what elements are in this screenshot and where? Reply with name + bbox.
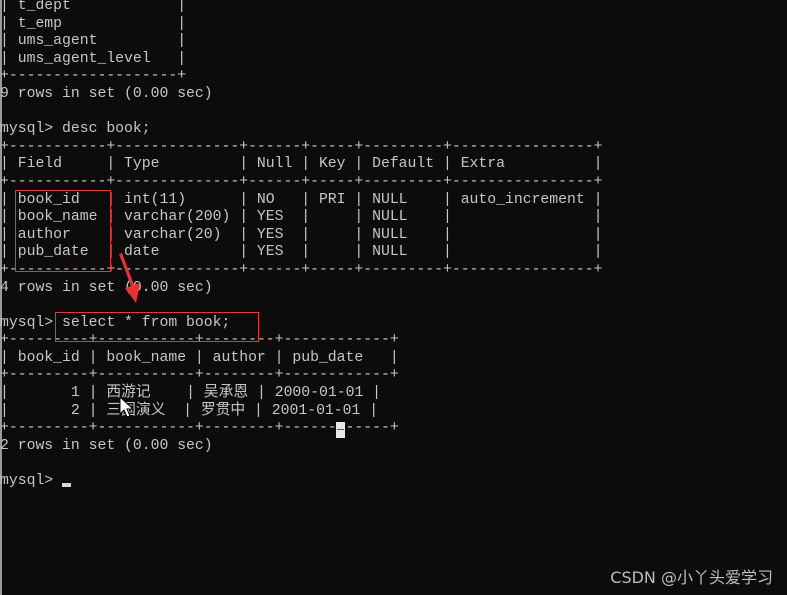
prompt-line[interactable]: mysql> [0,473,602,491]
select-table-border: +---------+-----------+--------+--------… [0,420,399,437]
prev-table-row: | ums_agent_level | [0,50,187,67]
select-command-highlight [55,312,259,342]
desc-table-header: | Field | Type | Null | Key | Default | … [0,156,603,173]
result-footer: 9 rows in set (0.00 sec) [0,85,213,102]
field-column-highlight [15,190,111,272]
prev-table-border: +-------------------+ [0,68,187,85]
mouse-pointer-icon [119,396,135,418]
desc-table-border: +-----------+--------------+------+-----… [0,138,603,155]
select-table-row: | 2 | 三国演义 | 罗贯中 | 2001-01-01 | [0,402,379,419]
command-line: mysql> desc book; [0,121,151,138]
select-table-header: | book_id | book_name | author | pub_dat… [0,349,399,366]
select-table-row: | 1 | 西游记 | 吴承恩 | 2000-01-01 | [0,385,382,402]
result-footer: 2 rows in set (0.00 sec) [0,437,213,454]
text-selection-cursor [336,422,345,438]
prev-table-row: | ums_agent | [0,33,187,50]
red-arrow-annotation [119,253,140,303]
result-footer: 4 rows in set (0.00 sec) [0,279,213,296]
prev-table-row: | t_emp | [0,15,187,32]
select-table-border: +---------+-----------+--------+--------… [0,367,399,384]
watermark: CSDN @小丫头爱学习 [610,568,773,587]
prev-table-row: | t_dept | [0,0,187,14]
caret-cursor [62,483,72,488]
desc-table-border: +-----------+--------------+------+-----… [0,173,603,190]
